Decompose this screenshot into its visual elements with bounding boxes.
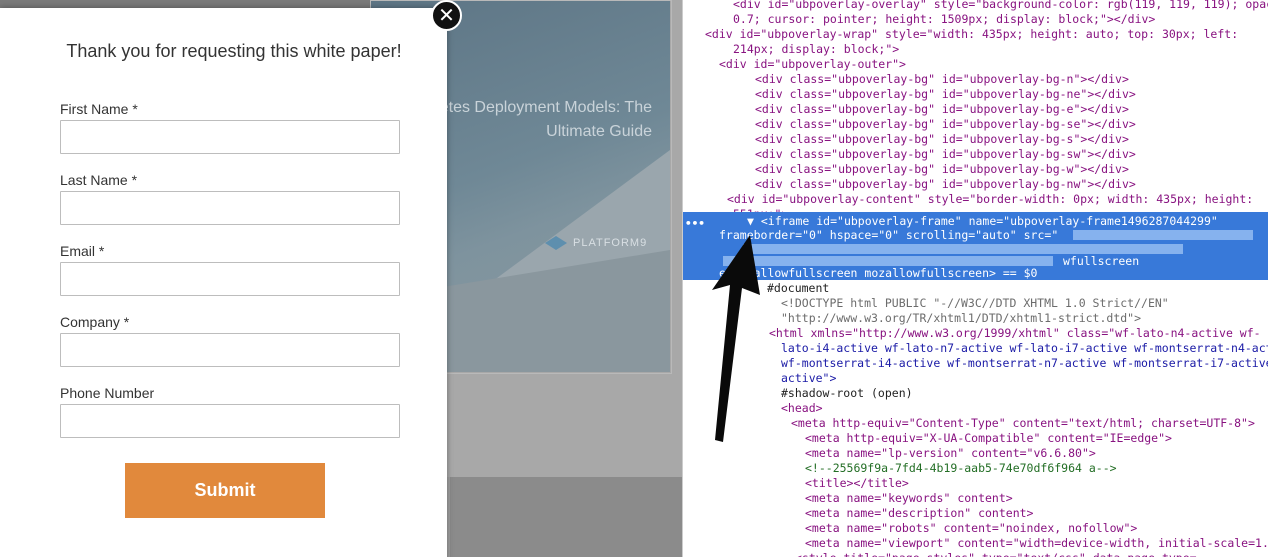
dom-tree-line[interactable]: wf-montserrat-i4-active wf-montserrat-n7…	[781, 356, 1268, 371]
email-label: Email *	[60, 243, 105, 259]
company-field[interactable]	[60, 333, 400, 367]
dom-tree-line[interactable]: #shadow-root (open)	[781, 386, 913, 401]
last-name-field[interactable]	[60, 191, 400, 225]
dom-tree-line[interactable]: <html xmlns="http://www.w3.org/1999/xhtm…	[769, 326, 1261, 341]
dom-tree-line[interactable]: <div class="ubpoverlay-bg" id="ubpoverla…	[755, 147, 1136, 162]
dom-tree-line[interactable]: <div id="ubpoverlay-wrap" style="width: …	[705, 27, 1238, 42]
dom-tree-line[interactable]: <div class="ubpoverlay-bg" id="ubpoverla…	[755, 132, 1129, 147]
dom-tree-line[interactable]: lato-i4-active wf-lato-n7-active wf-lato…	[781, 341, 1268, 356]
annotation-arrow-icon	[712, 235, 760, 442]
dom-tree-line[interactable]: <meta name="lp-version" content="v6.6.80…	[805, 446, 1096, 461]
dom-tree-line[interactable]: <meta name="description" content>	[805, 506, 1033, 521]
dom-tree-line[interactable]: "http://www.w3.org/TR/xhtml1/DTD/xhtml1-…	[781, 311, 1141, 326]
dom-tree-line[interactable]: <div id="ubpoverlay-content" style="bord…	[727, 192, 1253, 207]
first-name-field[interactable]	[60, 120, 400, 154]
redacted-src	[1073, 230, 1253, 240]
modal-title: Thank you for requesting this white pape…	[66, 41, 402, 61]
dom-tree-line[interactable]: <div class="ubpoverlay-bg" id="ubpoverla…	[755, 102, 1129, 117]
dom-tree-line[interactable]: 214px; display: block;">	[733, 42, 899, 57]
dom-tree-line[interactable]: active">	[781, 371, 836, 386]
dom-tree-line[interactable]: 0.7; cursor: pointer; height: 1509px; di…	[733, 12, 1155, 27]
page-bottom-strip-dark	[450, 477, 682, 557]
dom-tree-line[interactable]: <div class="ubpoverlay-bg" id="ubpoverla…	[755, 117, 1136, 132]
dom-tree-line[interactable]: <div class="ubpoverlay-bg" id="ubpoverla…	[755, 72, 1129, 87]
dom-tree-line[interactable]: <div class="ubpoverlay-bg" id="ubpoverla…	[755, 177, 1136, 192]
dom-tree-line[interactable]: <style title="page-styles" type="text/cs…	[795, 551, 1197, 557]
platform9-logo-icon	[545, 236, 567, 250]
redacted-src	[743, 244, 1183, 254]
dom-tree-line[interactable]: <meta name="robots" content="noindex, no…	[805, 521, 1137, 536]
dom-tree-line[interactable]: <meta name="viewport" content="width=dev…	[805, 536, 1268, 551]
dom-tree-line[interactable]: <title></title>	[805, 476, 909, 491]
dom-tree-line[interactable]: <meta http-equiv="Content-Type" content=…	[791, 416, 1255, 431]
dom-tree-line[interactable]: <meta http-equiv="X-UA-Compatible" conte…	[805, 431, 1172, 446]
dom-tree-line[interactable]: <head>	[781, 401, 823, 416]
dom-tree-line[interactable]: <!DOCTYPE html PUBLIC "-//W3C//DTD XHTML…	[781, 296, 1169, 311]
email-field[interactable]	[60, 262, 400, 296]
dom-tree-line[interactable]: <meta name="keywords" content>	[805, 491, 1013, 506]
first-name-label: First Name *	[60, 101, 138, 117]
dom-tree-line[interactable]: <div id="ubpoverlay-outer">	[719, 57, 906, 72]
dom-tree-line[interactable]: <!--25569f9a-7fd4-4b19-aab5-74e70df6f964…	[805, 461, 1117, 476]
dom-tree-line[interactable]: <div class="ubpoverlay-bg" id="ubpoverla…	[755, 87, 1136, 102]
cover-logo-text: PLATFORM9	[573, 237, 648, 249]
selected-line: wfullscreen	[1063, 254, 1140, 268]
close-icon[interactable]: ✕	[431, 0, 462, 31]
company-label: Company *	[60, 314, 130, 330]
phone-number-label: Phone Number	[60, 385, 155, 401]
cover-logo: PLATFORM9	[545, 236, 647, 250]
dom-tree-line[interactable]: <div id="ubpoverlay-overlay" style="back…	[733, 0, 1268, 12]
more-options-icon[interactable]: •••	[685, 217, 705, 230]
white-paper-modal: Thank you for requesting this white pape…	[0, 0, 462, 557]
submit-button[interactable]: Submit	[125, 463, 325, 518]
last-name-label: Last Name *	[60, 172, 138, 188]
dom-tree-line[interactable]: <div class="ubpoverlay-bg" id="ubpoverla…	[755, 162, 1129, 177]
phone-number-field[interactable]	[60, 404, 400, 438]
selected-line: ▼ <iframe id="ubpoverlay-frame" name="ub…	[747, 214, 1218, 228]
